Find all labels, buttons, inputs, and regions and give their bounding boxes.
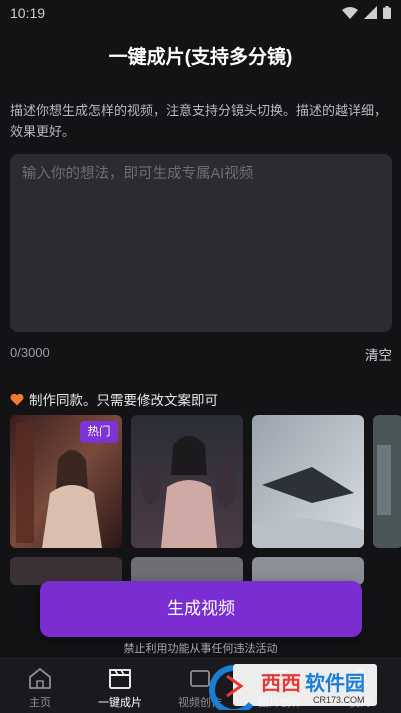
prompt-input[interactable] (22, 164, 382, 314)
nav-label: 一键成片 (98, 697, 142, 709)
hot-badge: 热门 (80, 421, 118, 443)
generate-video-button[interactable]: 生成视频 (40, 581, 362, 637)
battery-icon (383, 6, 391, 19)
status-time: 10:19 (10, 5, 46, 21)
signal-icon (364, 6, 377, 19)
template-card[interactable]: 热门 (10, 415, 122, 548)
heart-icon (10, 393, 24, 405)
template-heading-label: 制作同款。只需要修改文案即可 (29, 393, 218, 408)
clapperboard-icon (109, 669, 131, 689)
svg-text:软件园: 软件园 (305, 671, 365, 695)
description-text: 描述你想生成怎样的视频，注意支持分镜头切换。描述的越详细，效果更好。 (10, 103, 388, 139)
template-thumbnail (252, 415, 364, 548)
template-thumbnail (373, 415, 401, 548)
wifi-icon (342, 6, 358, 19)
page-title: 一键成片(支持多分镜) (108, 47, 293, 68)
nav-item-one-click[interactable]: 一键成片 (80, 659, 160, 713)
prompt-box (10, 154, 392, 332)
template-card[interactable] (252, 415, 364, 548)
watermark-logo: 西西 软件园 CR173.COM (209, 664, 377, 710)
template-thumbnail (131, 415, 243, 548)
template-heading: 制作同款。只需要修改文案即可 (10, 389, 218, 409)
clear-button[interactable]: 清空 (365, 344, 392, 364)
nav-label: 主页 (29, 697, 51, 709)
svg-text:CR173.COM: CR173.COM (313, 695, 365, 705)
svg-text:西西: 西西 (261, 673, 301, 695)
disclaimer-text: 禁止利用功能从事任何违法活动 (123, 643, 278, 655)
home-icon (29, 668, 51, 689)
nav-item-home[interactable]: 主页 (0, 659, 80, 713)
template-card[interactable] (131, 415, 243, 548)
template-card[interactable] (373, 415, 401, 548)
status-bar: 10:19 (0, 0, 401, 28)
status-icons (342, 6, 391, 19)
char-count: 0/3000 (10, 345, 50, 360)
